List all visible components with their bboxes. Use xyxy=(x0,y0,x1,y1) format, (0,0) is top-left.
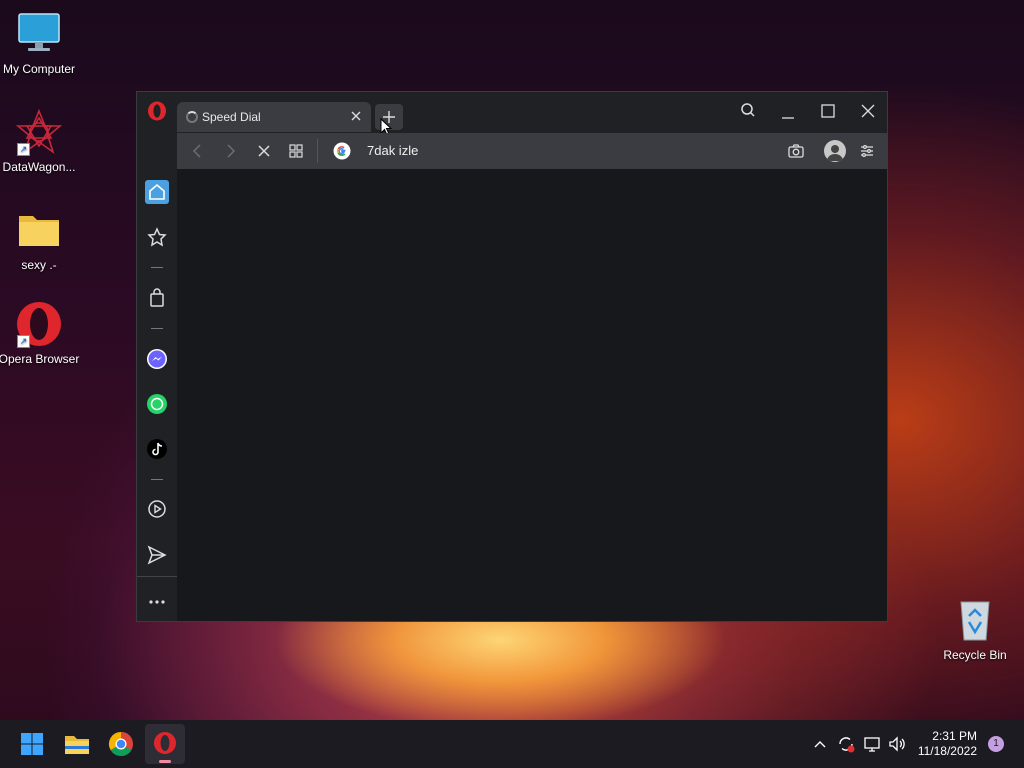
search-tabs-button[interactable] xyxy=(734,98,762,124)
toolbar-divider xyxy=(317,139,318,163)
opera-sidebar xyxy=(137,92,177,621)
recycle-bin-icon xyxy=(951,596,999,644)
whatsapp-icon xyxy=(147,394,167,414)
desktop-icon-folder[interactable]: sexy .- xyxy=(0,206,81,273)
shortcut-arrow-icon: ↗ xyxy=(17,335,30,348)
stop-loading-button[interactable] xyxy=(255,142,273,160)
close-icon xyxy=(861,104,875,118)
active-indicator xyxy=(159,760,171,763)
taskbar: 2:31 PM 11/18/2022 1 xyxy=(0,720,1024,768)
monitor-icon xyxy=(15,10,63,58)
desktop-icon-label: DataWagon... xyxy=(2,160,76,174)
loading-spinner-icon xyxy=(186,111,198,123)
maximize-icon xyxy=(821,104,835,118)
tab-title: Speed Dial xyxy=(202,110,261,124)
profile-button[interactable] xyxy=(824,140,846,162)
sidebar-more-button[interactable] xyxy=(145,590,169,614)
desktop-icon-my-computer[interactable]: My Computer xyxy=(0,10,81,77)
sidebar-whatsapp-button[interactable] xyxy=(145,392,169,416)
folder-icon xyxy=(15,206,63,254)
page-content-area xyxy=(177,169,887,621)
snapshot-button[interactable] xyxy=(787,142,805,160)
shortcut-arrow-icon: ↗ xyxy=(17,143,30,156)
chrome-icon xyxy=(108,732,133,757)
sidebar-player-button[interactable] xyxy=(145,497,169,521)
sidebar-divider xyxy=(137,576,177,577)
address-toolbar: 7dak izle xyxy=(177,133,887,169)
tab-close-button[interactable] xyxy=(349,109,363,123)
sidebar-divider xyxy=(151,267,163,268)
desktop-icon-label: sexy .- xyxy=(21,258,57,272)
close-icon xyxy=(351,111,361,121)
taskbar-chrome[interactable] xyxy=(105,728,137,760)
tiktok-icon xyxy=(147,439,167,459)
shopping-bag-icon xyxy=(150,288,164,307)
tab-speed-dial[interactable]: Speed Dial xyxy=(177,102,371,132)
taskbar-file-explorer[interactable] xyxy=(61,728,93,760)
chevron-left-icon xyxy=(192,144,201,158)
sidebar-messenger-button[interactable] xyxy=(145,347,169,371)
easy-setup-button[interactable] xyxy=(858,142,876,160)
taskbar-opera-active[interactable] xyxy=(145,724,185,764)
chevron-right-icon xyxy=(227,144,236,158)
more-dots-icon xyxy=(149,600,165,604)
desktop-icon-label: My Computer xyxy=(2,62,76,76)
chevron-up-icon xyxy=(814,741,826,748)
messenger-icon xyxy=(147,349,167,369)
tabs-grid-button[interactable] xyxy=(287,142,305,160)
minimize-icon xyxy=(782,117,794,119)
sidebar-send-button[interactable] xyxy=(145,543,169,567)
opera-logo-icon: ↗ xyxy=(15,300,63,348)
desktop-icon-datawagon[interactable]: ↗ DataWagon... xyxy=(0,108,81,175)
close-icon xyxy=(258,145,270,157)
sidebar-bookmarks-button[interactable] xyxy=(145,225,169,249)
tray-volume-icon[interactable] xyxy=(887,734,907,754)
sidebar-shopping-button[interactable] xyxy=(145,286,169,310)
tray-sync-icon[interactable] xyxy=(836,734,856,754)
datawagon-icon: ↗ xyxy=(15,108,63,156)
clock[interactable]: 2:31 PM 11/18/2022 xyxy=(918,729,977,759)
folder-icon xyxy=(65,736,89,754)
settings-sliders-icon xyxy=(861,144,873,158)
send-icon xyxy=(147,545,167,565)
opera-logo-icon xyxy=(154,732,176,754)
google-search-engine-icon[interactable] xyxy=(333,142,351,160)
clock-date: 11/18/2022 xyxy=(917,744,977,758)
desktop-icon-label: Recycle Bin xyxy=(943,648,1007,662)
desktop-icon-label: Opera Browser xyxy=(0,352,80,366)
opera-browser-window: Speed Dial 7dak izle xyxy=(136,91,888,622)
clock-time: 2:31 PM xyxy=(932,729,977,743)
desktop-icon-opera[interactable]: ↗ Opera Browser xyxy=(0,300,81,367)
tray-network-icon[interactable] xyxy=(862,734,882,754)
desktop-icon-recycle-bin[interactable]: Recycle Bin xyxy=(933,596,1017,663)
windows-logo-icon xyxy=(21,733,43,755)
forward-button[interactable] xyxy=(221,142,239,160)
sidebar-tiktok-button[interactable] xyxy=(145,437,169,461)
sidebar-home-button[interactable] xyxy=(145,180,169,204)
camera-icon xyxy=(788,144,804,158)
sidebar-divider xyxy=(151,479,163,480)
address-bar-input[interactable]: 7dak izle xyxy=(367,143,418,158)
maximize-button[interactable] xyxy=(814,98,842,124)
sidebar-divider xyxy=(151,328,163,329)
home-icon xyxy=(149,183,165,200)
search-icon xyxy=(741,103,755,117)
star-icon xyxy=(147,227,167,247)
close-window-button[interactable] xyxy=(854,98,882,124)
opera-menu-icon[interactable] xyxy=(147,101,167,121)
grid-icon xyxy=(289,144,303,158)
user-avatar-icon xyxy=(827,145,843,161)
back-button[interactable] xyxy=(189,142,207,160)
play-circle-icon xyxy=(148,500,166,518)
minimize-button[interactable] xyxy=(774,98,802,124)
start-button[interactable] xyxy=(16,728,48,760)
notification-badge[interactable]: 1 xyxy=(988,736,1004,752)
tray-overflow-button[interactable] xyxy=(812,736,828,752)
